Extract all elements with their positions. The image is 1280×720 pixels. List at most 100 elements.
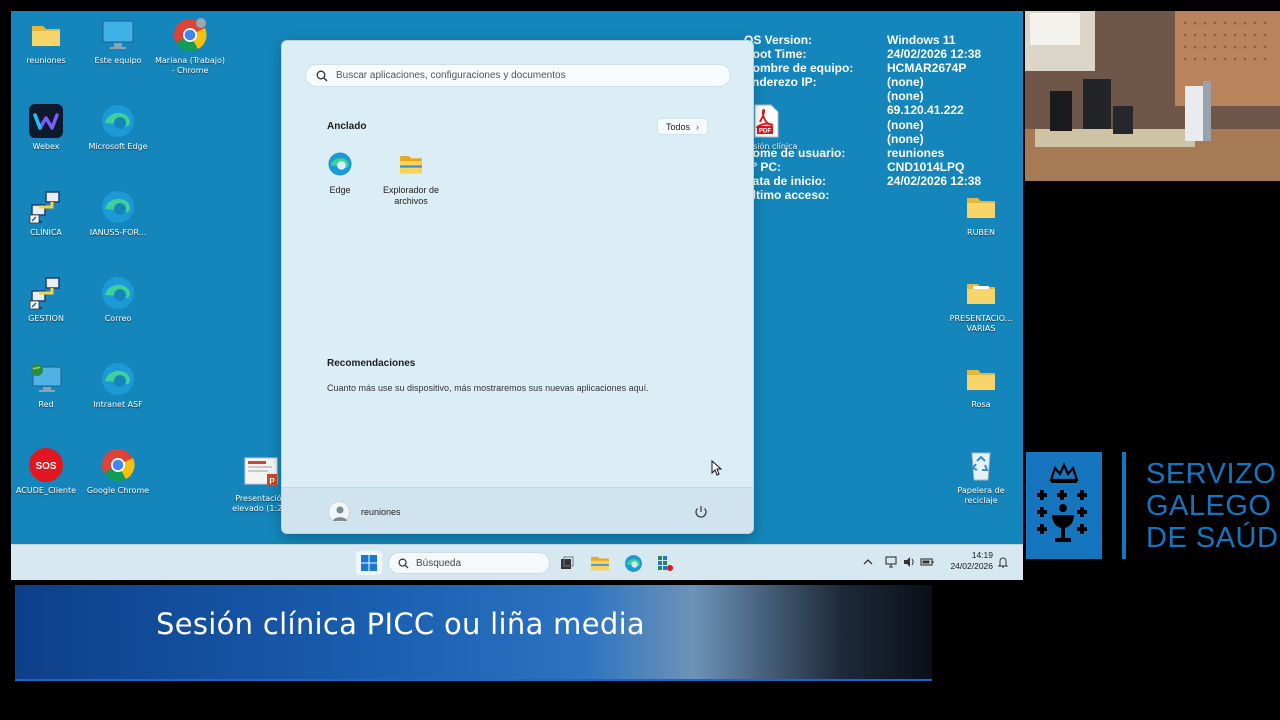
video-frame: reuniones Webex CLÍNICA GESTION Red SOS … (0, 0, 1280, 720)
sysinfo-key: Enderezo IP: (744, 75, 817, 90)
sergas-emblem (1026, 452, 1102, 559)
user-avatar[interactable] (328, 501, 350, 523)
edge-icon (102, 363, 134, 395)
crown-chalice-emblem-icon (1037, 462, 1087, 542)
pinned-app-file-explorer[interactable]: Explorador de archivos (375, 151, 447, 207)
network-icon[interactable] (884, 555, 898, 569)
sysinfo-key: Último acceso: (744, 188, 830, 203)
folder-icon (967, 284, 995, 304)
desktop-icon-recycle-bin[interactable]: Papelera de reciclaje (946, 447, 1016, 506)
windows-logo-icon (361, 555, 377, 571)
recommendations-text: Cuanto más use su dispositivo, más mostr… (327, 383, 649, 393)
notification-bell-icon[interactable] (996, 555, 1010, 569)
desktop-icon-clinica[interactable]: CLÍNICA (11, 189, 81, 238)
desktop-icon-label: ACUDE_Cliente (15, 486, 77, 495)
pinned-section-title: Anclado (327, 121, 367, 132)
taskbar-clock[interactable]: 14:19 24/02/2026 (941, 550, 993, 572)
desktop-icon-correo[interactable]: Correo (83, 275, 153, 324)
clock-time: 14:19 (971, 550, 993, 560)
sysinfo-value: CND1014LPQ (887, 159, 965, 174)
start-button[interactable] (356, 551, 382, 575)
desktop-icon-microsoft-edge[interactable]: Microsoft Edge (83, 103, 153, 152)
sysinfo-key (744, 132, 887, 146)
task-view-button[interactable] (554, 551, 580, 575)
sysinfo-value: (none) (887, 117, 924, 132)
svg-text:SOS: SOS (35, 461, 56, 472)
chrome-icon (174, 18, 207, 52)
taskbar: Búsqueda 14:19 24/02/2026 (11, 544, 1023, 580)
powerpoint-icon: P (244, 457, 278, 486)
search-icon (398, 558, 409, 569)
desktop-icon-label: Red (38, 400, 54, 409)
desktop-icon-rosa[interactable]: Rosa (946, 361, 1016, 410)
edge-icon (624, 554, 642, 572)
search-icon (316, 70, 328, 81)
start-menu: Anclado Todos › Edge Explorador de archi… (281, 40, 754, 534)
desktop-icon-mariana-chrome[interactable]: Mariana (Trabajo) - Chrome (155, 17, 225, 76)
start-search-input[interactable] (336, 70, 716, 81)
taskbar-file-explorer[interactable] (587, 551, 613, 575)
sysinfo-key (744, 118, 887, 132)
desktop-icon-google-chrome[interactable]: Google Chrome (83, 447, 153, 496)
session-title: Sesión clínica PICC ou liña media (156, 607, 645, 641)
app-grid-icon (658, 556, 673, 571)
desktop-icon-red[interactable]: Red (11, 361, 81, 410)
sysinfo-key: OS Version: (744, 33, 813, 47)
sysinfo-row: Nome de usuario: reuniones (744, 146, 981, 160)
sysinfo-value: 24/02/2026 12:38 (887, 47, 982, 62)
chevron-up-icon[interactable] (861, 555, 875, 569)
sergas-divider (1122, 452, 1126, 559)
user-name[interactable]: reuniones (361, 507, 401, 517)
sysinfo-value: 24/02/2026 12:38 (887, 173, 982, 188)
desktop-icon-label: RUBEN (967, 228, 995, 237)
volume-icon[interactable] (902, 555, 916, 569)
desktop-icon-reuniones[interactable]: reuniones (11, 17, 81, 66)
start-search-box[interactable] (305, 64, 731, 87)
sysinfo-row: Nº PC: CND1014LPQ (744, 160, 981, 174)
user-icon (333, 506, 347, 521)
lower-third-banner: Sesión clínica PICC ou liña media (15, 585, 932, 681)
desktop-icon-intranet[interactable]: Intranet ASF (83, 361, 153, 410)
desktop-icon-label: Papelera de reciclaje (957, 486, 1005, 505)
webex-icon (29, 104, 63, 138)
edge-icon (102, 277, 134, 309)
desktop-icon-label: Mariana (Trabajo) - Chrome (155, 56, 225, 75)
desktop-icon-label: Microsoft Edge (88, 142, 148, 151)
sysinfo-value: (none) (887, 89, 924, 104)
desktop-icon-acude[interactable]: SOS ACUDE_Cliente (11, 447, 81, 496)
recycle-bin-icon (971, 452, 991, 481)
sysinfo-value: reuniones (887, 145, 945, 160)
pinned-app-label: Edge (329, 185, 351, 195)
battery-icon[interactable] (920, 555, 934, 569)
start-menu-footer: reuniones (282, 487, 753, 533)
recommendations-title: Recomendaciones (327, 358, 416, 369)
pinned-app-edge[interactable]: Edge (304, 151, 376, 196)
network-shortcut-icon (29, 277, 60, 310)
all-apps-button[interactable]: Todos › (657, 118, 709, 135)
taskbar-edge[interactable] (620, 551, 646, 575)
sysinfo-value: HCMAR2674P (887, 61, 967, 76)
sos-icon: SOS (29, 448, 63, 482)
all-apps-label: Todos (666, 121, 691, 132)
sysinfo-key: Boot Time: (744, 47, 807, 62)
desktop-icon-label: CLÍNICA (30, 228, 62, 237)
sysinfo-value: 69.120.41.222 (887, 103, 964, 118)
sergas-logo: SERVIZO GALEGO DE SAÚDE (1026, 452, 1280, 559)
desktop-icon-webex[interactable]: Webex (11, 103, 81, 152)
pinned-app-label: Explorador de archivos (382, 185, 440, 206)
sysinfo-value: (none) (887, 131, 924, 146)
power-icon[interactable] (692, 503, 710, 521)
sysinfo-row: (none) (744, 132, 981, 146)
taskbar-search[interactable]: Búsqueda (388, 552, 550, 574)
taskbar-app-grid[interactable] (652, 551, 678, 575)
desktop-icon-label: IANUS5-FOR... (89, 228, 147, 237)
desktop-icon-este-equipo[interactable]: Este equipo (83, 17, 153, 66)
desktop-icon-ianus[interactable]: IANUS5-FOR... (83, 189, 153, 238)
desktop-icon-gestion[interactable]: GESTION (11, 275, 81, 324)
clock-date: 24/02/2026 (950, 561, 993, 571)
desktop-icon-label: Correo (104, 314, 132, 323)
edge-icon (328, 152, 352, 176)
chrome-icon (102, 449, 135, 482)
sysinfo-key: Nº PC: (744, 159, 782, 174)
desktop-icon-presentaciones[interactable]: PRESENTACIO... VARIAS (946, 275, 1016, 334)
